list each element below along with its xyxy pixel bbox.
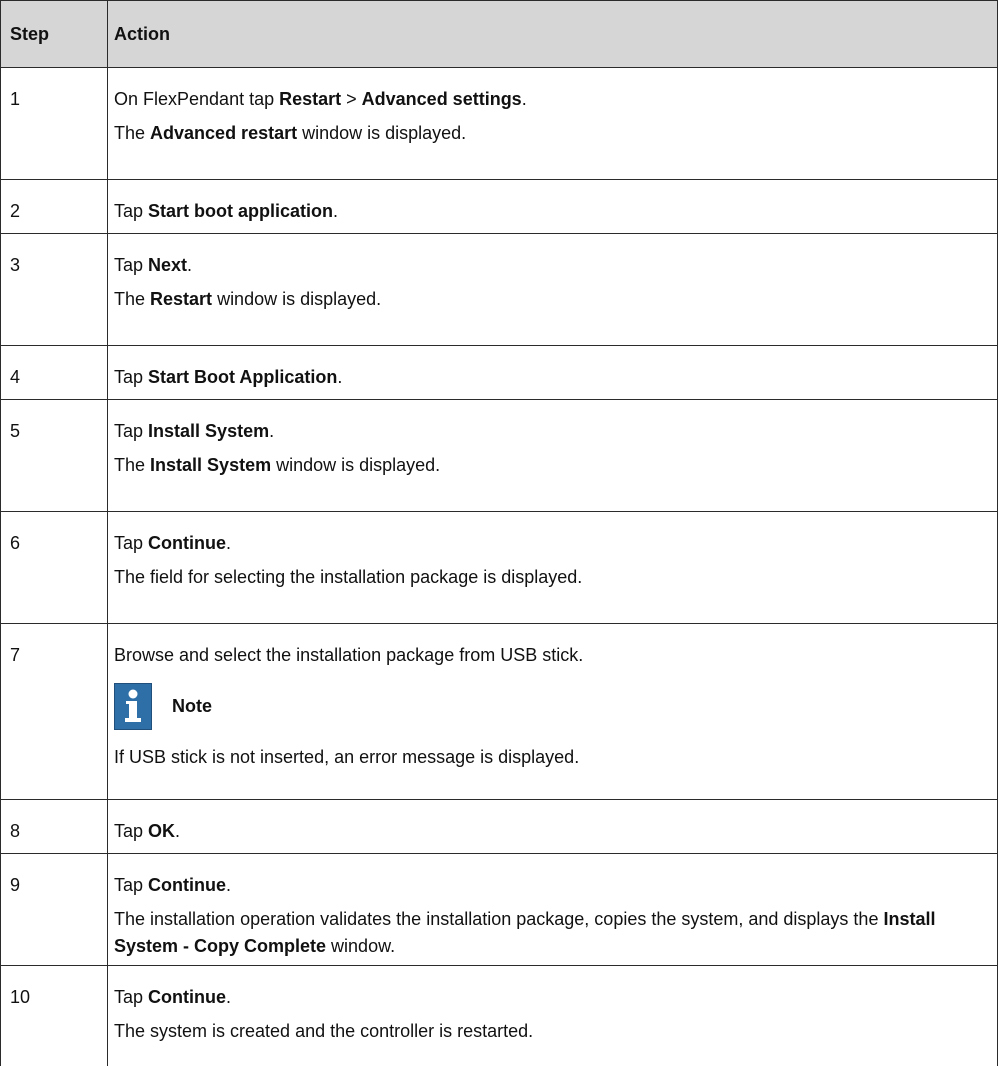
action-line: Tap Start Boot Application. (114, 364, 991, 391)
action-line: The system is created and the controller… (114, 1018, 991, 1045)
action-text: The system is created and the controller… (114, 1021, 534, 1041)
note-box: Note (114, 683, 991, 730)
action-emphasis: Install System (150, 455, 272, 475)
step-number: 5 (0, 399, 108, 512)
action-text: Browse and select the installation packa… (114, 645, 584, 665)
info-icon (114, 683, 152, 730)
action-emphasis: Advanced restart (150, 123, 298, 143)
action-emphasis: Next (148, 255, 188, 275)
action-line: On FlexPendant tap Restart > Advanced se… (114, 86, 991, 113)
step-action: Tap Continue. The system is created and t… (107, 965, 998, 1066)
table-row: 5 Tap Install System. The Install System w… (0, 399, 998, 512)
action-text: . (226, 987, 232, 1007)
table-header-row: Step Action (0, 0, 998, 68)
action-text: Tap (114, 875, 149, 895)
step-number: 10 (0, 965, 108, 1066)
action-emphasis: Restart (279, 89, 342, 109)
step-action: Tap Next. The Restart window is displayed… (107, 233, 998, 346)
action-column-header: Action (107, 0, 998, 68)
action-text: . (226, 875, 232, 895)
action-line: The field for selecting the installation… (114, 564, 991, 591)
action-text: The field for selecting the installation… (114, 567, 583, 587)
step-column-header: Step (0, 0, 108, 68)
action-line: The Restart window is displayed. (114, 286, 991, 313)
table-row: 2 Tap Start boot application. (0, 179, 998, 234)
steps-table: Step Action 1 On FlexPendant tap Restart … (0, 0, 998, 1066)
action-text: . (337, 367, 343, 387)
step-number: 7 (0, 623, 108, 800)
action-text: Tap (114, 201, 149, 221)
action-text: . (187, 255, 193, 275)
action-line: The installation operation validates the… (114, 906, 991, 960)
action-text: Tap (114, 421, 149, 441)
action-line: Tap OK. (114, 818, 991, 845)
table-row: 9 Tap Continue. The installation operation… (0, 853, 998, 966)
step-number: 9 (0, 853, 108, 966)
step-number: 8 (0, 799, 108, 854)
action-text: . (226, 533, 232, 553)
action-line: Browse and select the installation packa… (114, 642, 991, 669)
action-line: Tap Continue. (114, 984, 991, 1011)
table-row: 6 Tap Continue. The field for selecting th… (0, 511, 998, 624)
action-line: Tap Continue. (114, 872, 991, 899)
action-text: The (114, 123, 151, 143)
step-number: 3 (0, 233, 108, 346)
step-number: 2 (0, 179, 108, 234)
action-emphasis: Install System (148, 421, 270, 441)
action-text: . (521, 89, 527, 109)
action-text: The (114, 289, 151, 309)
action-text: . (175, 821, 181, 841)
action-text: window is displayed. (297, 123, 467, 143)
action-text: . (269, 421, 275, 441)
note-label: Note (172, 696, 212, 716)
step-action: Tap Start boot application. (107, 179, 998, 234)
action-emphasis: OK (148, 821, 176, 841)
action-line: Tap Continue. (114, 530, 991, 557)
table-row: 10 Tap Continue. The system is created and… (0, 965, 998, 1066)
table-row: 8 Tap OK. (0, 799, 998, 854)
step-action: Tap OK. (107, 799, 998, 854)
table-row: 4 Tap Start Boot Application. (0, 345, 998, 400)
action-emphasis: Continue (148, 987, 227, 1007)
action-line: Tap Next. (114, 252, 991, 279)
action-line: Tap Start boot application. (114, 198, 991, 225)
step-action: Tap Install System. The Install System wi… (107, 399, 998, 512)
action-text: On FlexPendant tap (114, 89, 280, 109)
step-action: Browse and select the installation packa… (107, 623, 998, 800)
action-text: Tap (114, 987, 149, 1007)
action-text: Tap (114, 255, 149, 275)
action-text: . (333, 201, 339, 221)
action-text: > (341, 89, 362, 109)
action-text: The installation operation validates the… (114, 909, 884, 929)
action-emphasis: Advanced settings (361, 89, 522, 109)
action-emphasis: Start boot application (148, 201, 334, 221)
action-emphasis: Continue (148, 533, 227, 553)
action-text: window. (326, 936, 396, 956)
step-action: Tap Continue. The installation operation … (107, 853, 998, 966)
action-line: The Install System window is displayed. (114, 452, 991, 479)
table-row: 1 On FlexPendant tap Restart > Advanced s… (0, 67, 998, 180)
step-number: 1 (0, 67, 108, 180)
table-body: 1 On FlexPendant tap Restart > Advanced s… (0, 67, 998, 1066)
action-emphasis: Restart (150, 289, 213, 309)
action-emphasis: Start Boot Application (148, 367, 338, 387)
action-text: The (114, 455, 151, 475)
table-row: 3 Tap Next. The Restart window is displaye… (0, 233, 998, 346)
step-number: 6 (0, 511, 108, 624)
action-text: window is displayed. (212, 289, 382, 309)
action-line: Tap Install System. (114, 418, 991, 445)
action-line: The Advanced restart window is displayed… (114, 120, 991, 147)
step-action: Tap Start Boot Application. (107, 345, 998, 400)
table-row: 7 Browse and select the installation pack… (0, 623, 998, 800)
step-number: 4 (0, 345, 108, 400)
note-text: If USB stick is not inserted, an error m… (114, 747, 580, 767)
action-text: Tap (114, 821, 149, 841)
action-text: Tap (114, 367, 149, 387)
step-action: Tap Continue. The field for selecting the… (107, 511, 998, 624)
action-text: window is displayed. (271, 455, 441, 475)
action-emphasis: Continue (148, 875, 227, 895)
action-text: Tap (114, 533, 149, 553)
step-action: On FlexPendant tap Restart > Advanced se… (107, 67, 998, 180)
